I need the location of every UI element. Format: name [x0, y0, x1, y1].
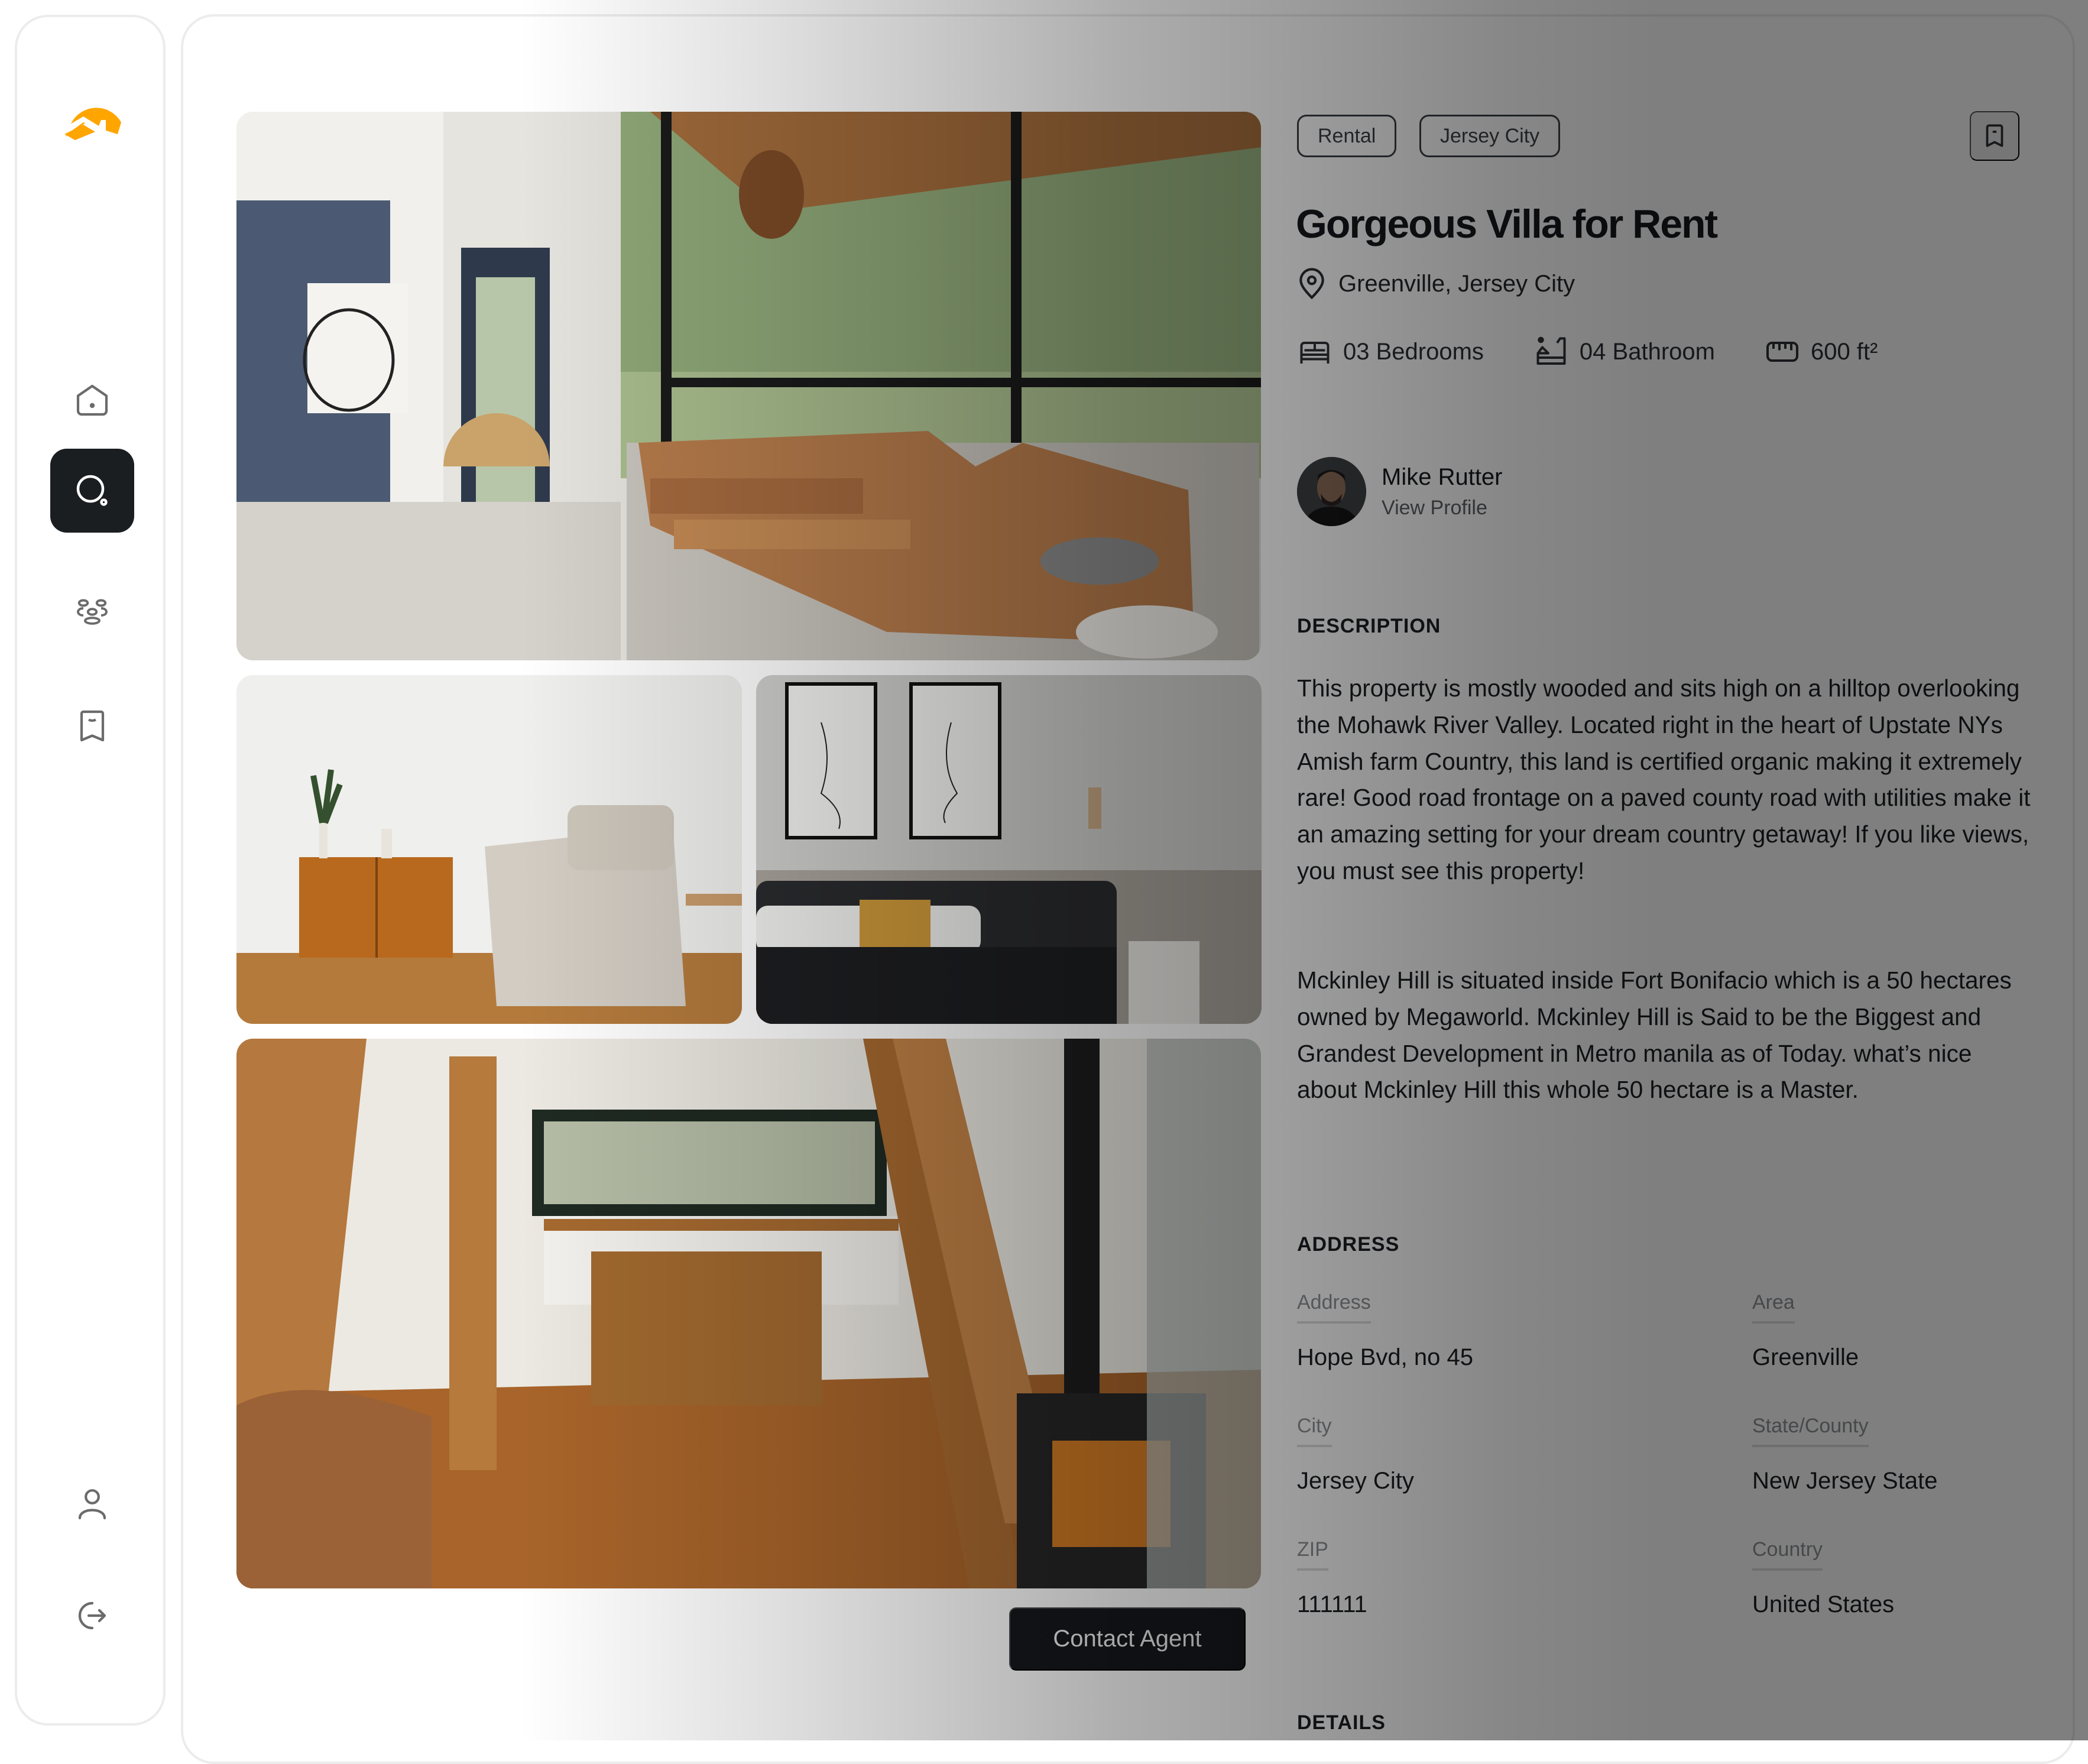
- state-label: State/County: [1752, 1415, 1869, 1447]
- sidebar: [15, 15, 166, 1726]
- bedrooms-text: 03 Bedrooms: [1343, 338, 1484, 365]
- sidebar-item-logout[interactable]: [50, 1574, 134, 1658]
- logout-icon: [78, 1601, 106, 1630]
- country-value: United States: [1752, 1591, 1895, 1617]
- sidebar-item-search[interactable]: [50, 449, 134, 533]
- country-label: Country: [1752, 1538, 1823, 1571]
- bathrooms-text: 04 Bathroom: [1579, 338, 1715, 365]
- photo-kitchen-cabin[interactable]: [236, 1039, 1261, 1588]
- photo-lounge-corner[interactable]: [236, 675, 742, 1024]
- stat-area: 600 ft²: [1765, 334, 1878, 369]
- zip-value: 111111: [1297, 1591, 1367, 1617]
- stat-bedrooms: 03 Bedrooms: [1297, 334, 1484, 369]
- sidebar-item-home[interactable]: [50, 358, 134, 442]
- listing-title: Gorgeous Villa for Rent: [1296, 202, 1718, 247]
- users-group-icon: [77, 599, 108, 625]
- description-paragraph-1: This property is mostly wooded and sits …: [1297, 675, 2031, 884]
- listing-location: Greenville, Jersey City: [1297, 267, 1575, 300]
- view-profile-link[interactable]: View Profile: [1382, 497, 1503, 520]
- home-icon: [76, 384, 108, 416]
- user-icon: [78, 1489, 106, 1520]
- bookmark-icon: [80, 710, 105, 742]
- city-label: City: [1297, 1415, 1332, 1447]
- state-value: New Jersey State: [1752, 1468, 1938, 1494]
- location-text: Greenville, Jersey City: [1338, 270, 1575, 297]
- bed-icon: [1300, 342, 1330, 364]
- tag-location[interactable]: Jersey City: [1419, 115, 1561, 157]
- contact-agent-button[interactable]: Contact Agent: [1009, 1607, 1246, 1671]
- sidebar-item-community[interactable]: [50, 572, 134, 656]
- brand-logo[interactable]: [63, 99, 124, 141]
- agent-name: Mike Rutter: [1382, 463, 1503, 490]
- address-value: Hope Bvd, no 45: [1297, 1344, 1473, 1370]
- area-text: 600 ft²: [1810, 338, 1878, 365]
- save-listing-button[interactable]: [1970, 111, 2019, 161]
- area-value: Greenville: [1752, 1344, 1859, 1370]
- tag-rental[interactable]: Rental: [1297, 115, 1397, 157]
- area-label: Area: [1752, 1291, 1795, 1324]
- city-value: Jersey City: [1297, 1468, 1414, 1494]
- map-pin-icon: [1299, 268, 1324, 300]
- address-heading: ADDRESS: [1297, 1233, 1400, 1256]
- search-icon: [76, 475, 108, 506]
- description-paragraph-2: Mckinley Hill is situated inside Fort Bo…: [1297, 967, 2012, 1104]
- photo-bedroom[interactable]: [756, 675, 1262, 1024]
- photo-living-room[interactable]: [236, 112, 1261, 660]
- bathtub-icon: [1536, 336, 1566, 365]
- address-label: Address: [1297, 1291, 1371, 1324]
- agent-card: Mike Rutter View Profile: [1297, 457, 1503, 526]
- description-heading: DESCRIPTION: [1297, 615, 1441, 637]
- details-heading: DETAILS: [1297, 1711, 1386, 1734]
- zip-label: ZIP: [1297, 1538, 1328, 1571]
- stat-bathrooms: 04 Bathroom: [1533, 334, 1715, 369]
- sidebar-item-profile[interactable]: [50, 1462, 134, 1546]
- sidebar-item-saved[interactable]: [50, 684, 134, 768]
- listing-stats: 03 Bedrooms 04 Bathroom 600 ft²: [1297, 334, 1927, 369]
- ruler-icon: [1766, 342, 1798, 362]
- agent-avatar[interactable]: [1297, 457, 1366, 526]
- bookmark-icon: [1986, 124, 2003, 147]
